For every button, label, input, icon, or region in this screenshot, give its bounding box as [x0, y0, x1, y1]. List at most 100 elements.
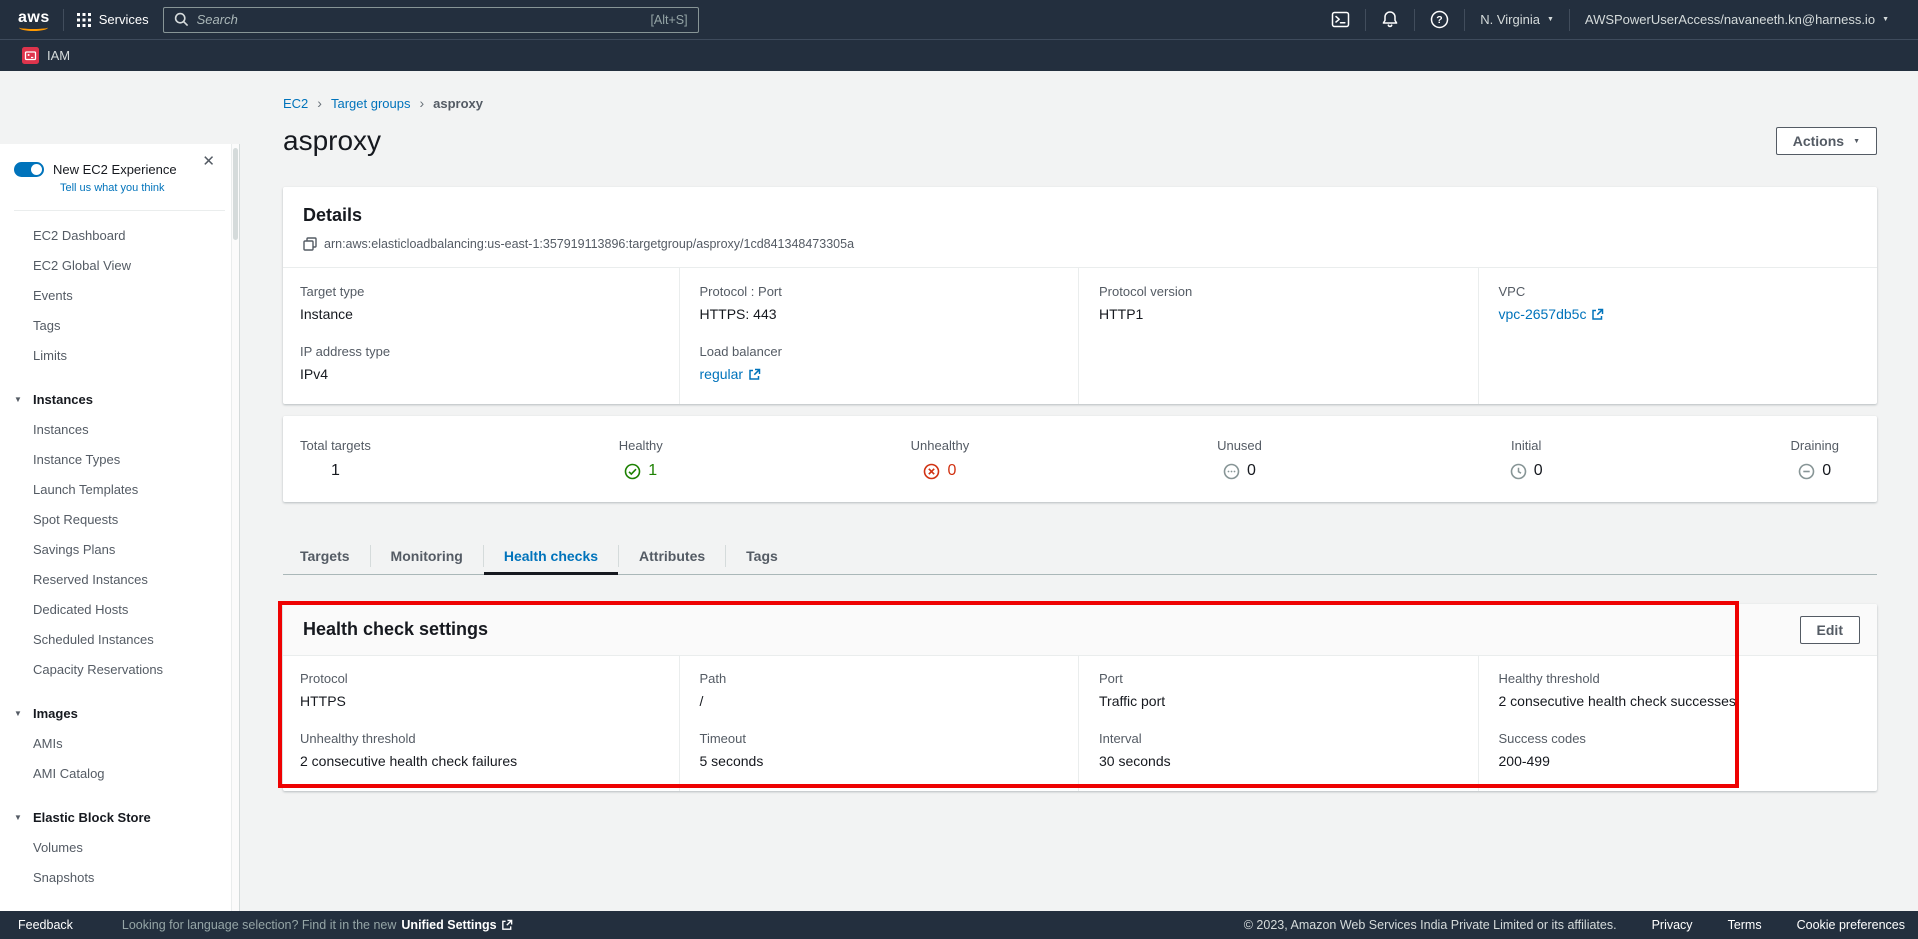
cookie-preferences-link[interactable]: Cookie preferences — [1797, 918, 1905, 932]
chevron-down-icon: ▼ — [1853, 138, 1860, 145]
grid-icon — [77, 13, 91, 27]
sidebar-item-ec2-dashboard[interactable]: EC2 Dashboard — [0, 221, 239, 251]
feedback-link[interactable]: Tell us what you think — [60, 182, 225, 194]
favorites-bar: IAM — [0, 39, 1918, 71]
breadcrumb-ec2[interactable]: EC2 — [283, 96, 308, 111]
tab-attributes[interactable]: Attributes — [619, 538, 725, 574]
terms-link[interactable]: Terms — [1728, 918, 1762, 932]
close-icon[interactable]: ✕ — [202, 152, 215, 170]
iam-service-icon — [22, 47, 39, 64]
feedback-button[interactable]: Feedback — [18, 918, 73, 932]
stat-initial: Initial 0 — [1510, 438, 1543, 480]
chevron-down-icon: ▼ — [1547, 16, 1554, 23]
chevron-down-icon: ▼ — [14, 803, 22, 833]
sidebar-item-spot-requests[interactable]: Spot Requests — [0, 505, 239, 535]
copyright-text: © 2023, Amazon Web Services India Privat… — [1244, 918, 1617, 932]
sidebar-item-launch-templates[interactable]: Launch Templates — [0, 475, 239, 505]
vpc-link[interactable]: vpc-2657db5c — [1499, 306, 1605, 322]
cloudshell-button[interactable] — [1318, 10, 1363, 29]
tab-health-checks[interactable]: Health checks — [484, 538, 618, 574]
unified-settings-link[interactable]: Unified Settings — [401, 918, 512, 932]
sidebar-section-elastic-block-store[interactable]: ▼ Elastic Block Store — [0, 803, 239, 833]
hc-interval-value: 30 seconds — [1099, 753, 1466, 769]
edit-button[interactable]: Edit — [1800, 616, 1860, 644]
field-label: IP address type — [300, 344, 667, 359]
field-label: Load balancer — [700, 344, 1067, 359]
breadcrumb-target-groups[interactable]: Target groups — [331, 96, 411, 111]
hc-path-value: / — [700, 693, 1067, 709]
sidebar-section-images[interactable]: ▼ Images — [0, 699, 239, 729]
stat-value: 0 — [1822, 462, 1831, 480]
tab-targets[interactable]: Targets — [283, 538, 370, 574]
details-header: Details arn:aws:elasticloadbalancing:us-… — [283, 187, 1877, 268]
healthy-check-icon — [624, 463, 641, 480]
sidebar-item-savings-plans[interactable]: Savings Plans — [0, 535, 239, 565]
field-label: Timeout — [700, 731, 1067, 746]
details-card: Details arn:aws:elasticloadbalancing:us-… — [283, 187, 1877, 404]
page-header: asproxy Actions ▼ — [283, 125, 1877, 157]
tab-tags[interactable]: Tags — [726, 538, 798, 574]
divider — [63, 9, 64, 31]
stat-total-targets: Total targets 1 — [300, 438, 371, 480]
services-menu-button[interactable]: Services — [77, 12, 149, 27]
aws-smile-icon — [19, 24, 48, 31]
health-check-settings-card: Health check settings Edit Protocol HTTP… — [283, 604, 1877, 791]
load-balancer-link[interactable]: regular — [700, 366, 762, 382]
sidebar-item-ec2-global-view[interactable]: EC2 Global View — [0, 251, 239, 281]
sidebar-nav: EC2 Dashboard EC2 Global View Events Tag… — [0, 211, 239, 911]
stat-label: Total targets — [300, 438, 371, 453]
external-link-icon — [501, 919, 513, 931]
region-selector[interactable]: N. Virginia ▼ — [1467, 12, 1567, 27]
sidebar-item-amis[interactable]: AMIs — [0, 729, 239, 759]
sidebar-item-events[interactable]: Events — [0, 281, 239, 311]
new-experience-label: New EC2 Experience — [53, 162, 177, 177]
search-input[interactable]: Search [Alt+S] — [163, 7, 699, 33]
actions-button[interactable]: Actions ▼ — [1776, 127, 1877, 155]
vpc-id: vpc-2657db5c — [1499, 306, 1587, 322]
sidebar-item-ami-catalog[interactable]: AMI Catalog — [0, 759, 239, 789]
sidebar-item-tags[interactable]: Tags — [0, 311, 239, 341]
health-check-grid: Protocol HTTPS Unhealthy threshold 2 con… — [283, 656, 1877, 791]
stat-label: Unhealthy — [911, 438, 970, 453]
sidebar-item-capacity-reservations[interactable]: Capacity Reservations — [0, 655, 239, 685]
draining-minus-icon — [1798, 463, 1815, 480]
privacy-link[interactable]: Privacy — [1652, 918, 1693, 932]
main-area: New EC2 Experience Tell us what you thin… — [0, 71, 1918, 911]
topnav-right: ? N. Virginia ▼ AWSPowerUserAccess/navan… — [1318, 9, 1902, 31]
sidebar-item-scheduled-instances[interactable]: Scheduled Instances — [0, 625, 239, 655]
aws-logo[interactable]: aws — [18, 9, 50, 31]
content-area: EC2 › Target groups › asproxy asproxy Ac… — [240, 71, 1918, 911]
section-label: Images — [33, 706, 78, 721]
unhealthy-x-icon — [923, 463, 940, 480]
footer: Feedback Looking for language selection?… — [0, 911, 1918, 939]
sidebar-item-instance-types[interactable]: Instance Types — [0, 445, 239, 475]
details-heading: Details — [303, 205, 1857, 226]
sidebar-item-reserved-instances[interactable]: Reserved Instances — [0, 565, 239, 595]
field-label: Protocol : Port — [700, 284, 1067, 299]
aws-logo-text: aws — [18, 9, 50, 26]
arn-value: arn:aws:elasticloadbalancing:us-east-1:3… — [324, 237, 854, 251]
scrollbar-thumb[interactable] — [233, 148, 238, 240]
copy-icon[interactable] — [303, 237, 317, 251]
sidebar-section-instances[interactable]: ▼ Instances — [0, 385, 239, 415]
tab-monitoring[interactable]: Monitoring — [371, 538, 483, 574]
hc-healthy-threshold-value: 2 consecutive health check successes — [1499, 693, 1866, 709]
divider — [1414, 9, 1415, 31]
sidebar-item-snapshots[interactable]: Snapshots — [0, 863, 239, 893]
stat-label: Healthy — [619, 438, 663, 453]
favorite-iam-link[interactable]: IAM — [22, 47, 70, 64]
protocol-version-value: HTTP1 — [1099, 306, 1466, 322]
sidebar-item-limits[interactable]: Limits — [0, 341, 239, 371]
chevron-right-icon: › — [317, 95, 322, 111]
unified-settings-label: Unified Settings — [401, 918, 496, 932]
new-experience-toggle[interactable] — [14, 162, 44, 177]
sidebar-item-dedicated-hosts[interactable]: Dedicated Hosts — [0, 595, 239, 625]
sidebar-item-volumes[interactable]: Volumes — [0, 833, 239, 863]
field-label: Protocol — [300, 671, 667, 686]
svg-text:?: ? — [1436, 14, 1442, 26]
account-menu[interactable]: AWSPowerUserAccess/navaneeth.kn@harness.… — [1572, 12, 1902, 27]
notifications-bell-button[interactable] — [1368, 10, 1412, 29]
help-button[interactable]: ? — [1417, 10, 1462, 29]
sidebar-scrollbar[interactable] — [231, 144, 239, 911]
sidebar-item-instances[interactable]: Instances — [0, 415, 239, 445]
